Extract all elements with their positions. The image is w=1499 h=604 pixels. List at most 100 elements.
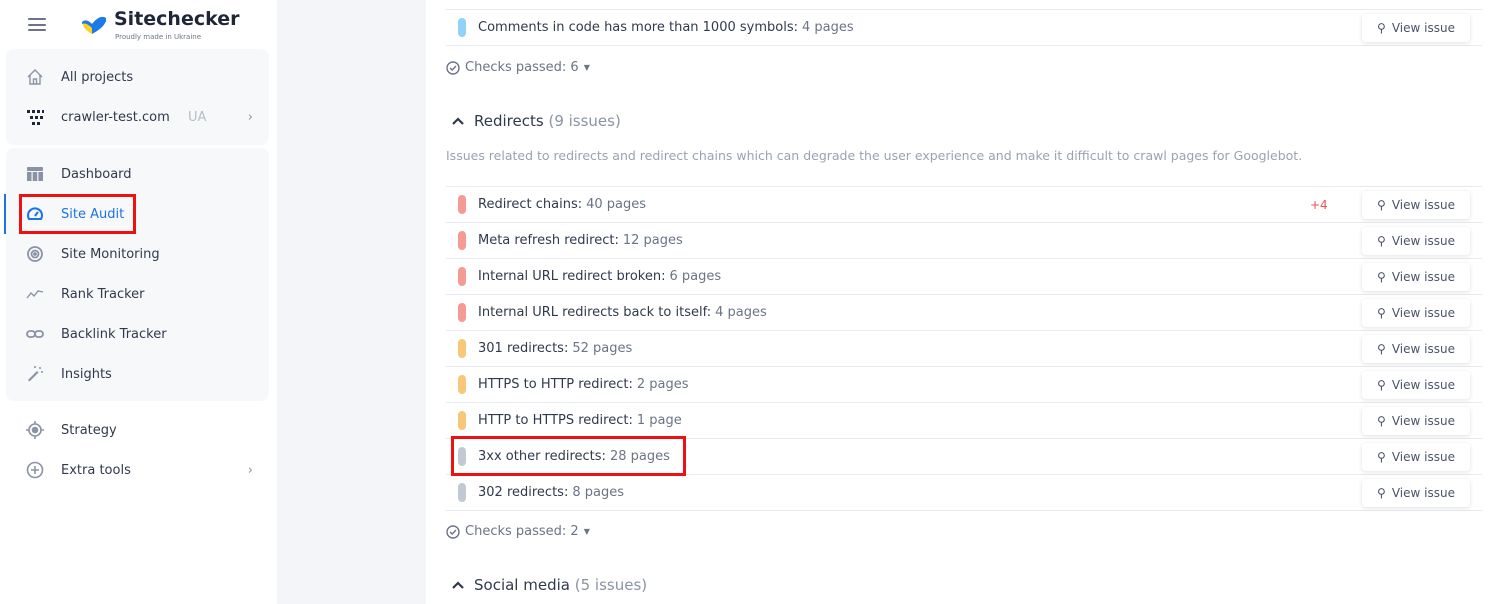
brand-tagline: Proudly made in Ukraine bbox=[115, 33, 202, 41]
issue-name: 301 redirects: 52 pages bbox=[478, 341, 633, 356]
magic-wand-icon bbox=[26, 365, 44, 383]
section-header-redirects[interactable]: Redirects (9 issues) bbox=[452, 112, 621, 130]
severity-indicator bbox=[458, 447, 466, 466]
issue-name: Redirect chains: 40 pages bbox=[478, 197, 647, 212]
issue-name: HTTP to HTTPS redirect: 1 page bbox=[478, 413, 682, 428]
sidebar-item-label: Site Monitoring bbox=[61, 246, 160, 262]
severity-indicator bbox=[458, 267, 466, 286]
link-icon bbox=[26, 325, 44, 343]
severity-indicator bbox=[458, 303, 466, 322]
issue-row: Internal URL redirects back to itself: 4 … bbox=[446, 295, 1482, 331]
issue-row: HTTPS to HTTP redirect: 2 pages ⚲ View iss… bbox=[446, 367, 1482, 403]
sidebar-item-label: Dashboard bbox=[61, 166, 132, 182]
severity-indicator bbox=[458, 18, 466, 37]
project-country-badge: UA bbox=[188, 109, 207, 125]
severity-indicator bbox=[458, 339, 466, 358]
severity-indicator bbox=[458, 231, 466, 250]
search-icon: ⚲ bbox=[1377, 306, 1386, 320]
view-issue-button[interactable]: ⚲ View issue bbox=[1362, 263, 1470, 291]
issue-count: 4 pages bbox=[715, 305, 767, 320]
issue-row: Meta refresh redirect: 12 pages ⚲ View iss… bbox=[446, 223, 1482, 259]
sidebar-item-insights[interactable]: Insights bbox=[6, 356, 269, 392]
sidebar-item-label: crawler-test.com bbox=[61, 109, 170, 125]
gauge-icon bbox=[26, 205, 44, 223]
nav-group: Dashboard Site Audit Site Monitoring Ran… bbox=[6, 148, 269, 401]
issue-name: 302 redirects: 8 pages bbox=[478, 485, 624, 500]
target-icon bbox=[26, 421, 44, 439]
rank-icon bbox=[26, 285, 44, 303]
search-icon: ⚲ bbox=[1377, 270, 1386, 284]
sidebar-item-label: Site Audit bbox=[61, 206, 125, 222]
issue-row: 302 redirects: 8 pages ⚲ View issue bbox=[446, 475, 1482, 511]
sidebar-item-project[interactable]: crawler-test.com UA › bbox=[6, 99, 269, 135]
sidebar-item-backlink-tracker[interactable]: Backlink Tracker bbox=[6, 316, 269, 352]
project-grid-icon bbox=[26, 108, 44, 126]
home-icon bbox=[26, 68, 44, 86]
sidebar: Sitechecker Proudly made in Ukraine All … bbox=[0, 0, 277, 604]
search-icon: ⚲ bbox=[1377, 450, 1386, 464]
issue-name: Comments in code has more than 1000 symb… bbox=[478, 20, 854, 35]
issue-name: Internal URL redirects back to itself: 4 … bbox=[478, 305, 767, 320]
caret-down-icon: ▼ bbox=[583, 63, 590, 72]
view-issue-button[interactable]: ⚲ View issue bbox=[1362, 371, 1470, 399]
issue-name: Internal URL redirect broken: 6 pages bbox=[478, 269, 722, 284]
search-icon: ⚲ bbox=[1377, 378, 1386, 392]
issue-row: Comments in code has more than 1000 symb… bbox=[446, 10, 1482, 46]
caret-down-icon: ▼ bbox=[583, 527, 590, 536]
project-group: All projects crawler-test.com UA › bbox=[6, 49, 269, 145]
severity-indicator bbox=[458, 375, 466, 394]
issue-row: 3xx other redirects: 28 pages ⚲ View issue bbox=[446, 439, 1482, 475]
view-issue-button[interactable]: ⚲ View issue bbox=[1362, 443, 1470, 471]
sidebar-item-label: Rank Tracker bbox=[61, 286, 145, 302]
active-indicator bbox=[4, 194, 6, 234]
severity-indicator bbox=[458, 195, 466, 214]
search-icon: ⚲ bbox=[1377, 486, 1386, 500]
search-icon: ⚲ bbox=[1377, 21, 1386, 35]
sidebar-item-label: Backlink Tracker bbox=[61, 326, 167, 342]
severity-indicator bbox=[458, 483, 466, 502]
issue-count: 52 pages bbox=[572, 341, 633, 356]
issue-count: 4 pages bbox=[801, 20, 854, 35]
main-panel: Comments in code has more than 1000 symb… bbox=[426, 0, 1499, 604]
view-issue-button[interactable]: ⚲ View issue bbox=[1362, 335, 1470, 363]
sidebar-item-dashboard[interactable]: Dashboard bbox=[6, 156, 269, 192]
sidebar-item-extra-tools[interactable]: Extra tools › bbox=[6, 452, 269, 488]
monitoring-icon bbox=[26, 245, 44, 263]
issue-count: 8 pages bbox=[572, 485, 624, 500]
issue-row: HTTP to HTTPS redirect: 1 page ⚲ View issu… bbox=[446, 403, 1482, 439]
menu-icon[interactable] bbox=[28, 18, 46, 31]
issue-row: 301 redirects: 52 pages ⚲ View issue bbox=[446, 331, 1482, 367]
view-issue-button[interactable]: ⚲ View issue bbox=[1362, 14, 1470, 42]
chevron-right-icon: › bbox=[247, 462, 253, 478]
sidebar-item-site-audit[interactable]: Site Audit bbox=[6, 196, 269, 232]
issue-count: 12 pages bbox=[622, 233, 683, 248]
issue-count: 6 pages bbox=[669, 269, 722, 284]
issue-name: 3xx other redirects: 28 pages bbox=[478, 449, 670, 464]
checks-passed-toggle[interactable]: Checks passed: 6 ▼ bbox=[446, 60, 590, 75]
view-issue-button[interactable]: ⚲ View issue bbox=[1362, 407, 1470, 435]
sidebar-item-all-projects[interactable]: All projects bbox=[6, 59, 269, 95]
issue-name: HTTPS to HTTP redirect: 2 pages bbox=[478, 377, 689, 392]
dashboard-icon bbox=[26, 165, 44, 183]
sidebar-item-strategy[interactable]: Strategy bbox=[6, 412, 269, 448]
sidebar-item-label: Strategy bbox=[61, 422, 117, 438]
sidebar-item-rank-tracker[interactable]: Rank Tracker bbox=[6, 276, 269, 312]
check-circle-icon bbox=[446, 60, 460, 75]
view-issue-button[interactable]: ⚲ View issue bbox=[1362, 479, 1470, 507]
search-icon: ⚲ bbox=[1377, 414, 1386, 428]
section-header-social-media[interactable]: Social media (5 issues) bbox=[452, 576, 647, 594]
chevron-up-icon bbox=[452, 117, 464, 125]
view-issue-button[interactable]: ⚲ View issue bbox=[1362, 299, 1470, 327]
checks-passed-toggle[interactable]: Checks passed: 2 ▼ bbox=[446, 524, 590, 539]
sidebar-item-label: Insights bbox=[61, 366, 112, 382]
issue-row: Redirect chains: 40 pages +4 ⚲ View issue bbox=[446, 187, 1482, 223]
issue-count: 2 pages bbox=[636, 377, 689, 392]
check-circle-icon bbox=[446, 524, 460, 539]
brand-name: Sitechecker bbox=[114, 8, 240, 30]
issue-count: 1 page bbox=[636, 413, 682, 428]
chevron-right-icon: › bbox=[247, 109, 253, 125]
search-icon: ⚲ bbox=[1377, 342, 1386, 356]
view-issue-button[interactable]: ⚲ View issue bbox=[1362, 227, 1470, 255]
view-issue-button[interactable]: ⚲ View issue bbox=[1362, 191, 1470, 219]
sidebar-item-site-monitoring[interactable]: Site Monitoring bbox=[6, 236, 269, 272]
